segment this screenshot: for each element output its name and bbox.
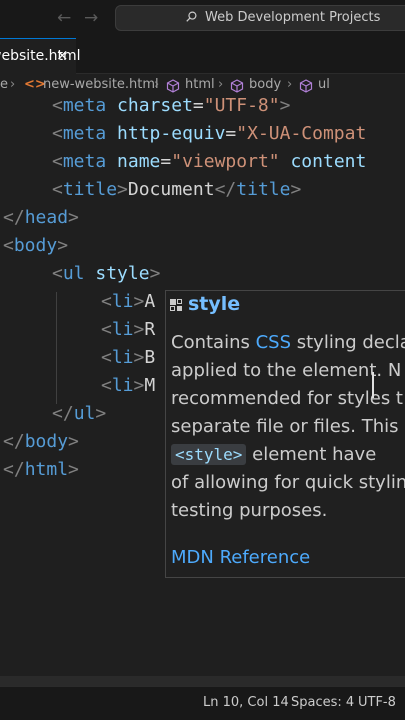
breadcrumb-item-body[interactable]: body	[249, 77, 281, 92]
code-line: <meta name="viewport" content	[52, 151, 367, 172]
title-bar: ← → Web Development Projects	[0, 0, 405, 38]
code-line-current: <ul style>	[52, 263, 161, 284]
element-icon	[299, 79, 313, 93]
search-icon	[186, 11, 197, 22]
back-arrow-icon[interactable]: ←	[57, 8, 71, 28]
mdn-reference-link[interactable]: MDN Reference	[171, 547, 310, 568]
hover-header: style	[166, 291, 405, 319]
code-line: </body>	[3, 431, 79, 452]
search-text: Web Development Projects	[205, 10, 381, 25]
forward-arrow-icon[interactable]: →	[84, 8, 98, 28]
code-line: </ul>	[52, 403, 107, 424]
property-icon	[170, 299, 182, 311]
file-encoding[interactable]: UTF-8	[358, 695, 396, 710]
code-line: <body>	[3, 235, 69, 256]
css-link[interactable]: CSS	[256, 332, 291, 353]
code-line: <meta http-equiv="X-UA-Compat	[52, 123, 367, 144]
code-line: <meta charset="UTF-8">	[52, 95, 291, 116]
indent-guide	[56, 292, 57, 404]
chevron-right-icon: ›	[154, 77, 160, 92]
code-line: <li>M	[101, 375, 156, 396]
code-line: <title>Document</title>	[52, 179, 302, 200]
chevron-right-icon: ›	[287, 77, 293, 92]
code-line: </head>	[3, 207, 79, 228]
status-bar: Ln 10, Col 14 Spaces: 4 UTF-8	[0, 686, 405, 720]
style-code-chip: <style>	[171, 444, 247, 465]
horizontal-scrollbar[interactable]	[0, 676, 405, 686]
breadcrumb-item-ul[interactable]: ul	[318, 77, 330, 92]
hover-tooltip: style Contains CSS styling decla applied…	[165, 290, 405, 578]
hover-description: Contains CSS styling decla applied to th…	[171, 332, 405, 521]
code-line: <li>B	[101, 347, 156, 368]
cursor-position[interactable]: Ln 10, Col 14	[203, 695, 289, 710]
breadcrumb-item-html[interactable]: html	[185, 77, 215, 92]
tab-website-html[interactable]: website.html ×	[0, 38, 81, 74]
indentation-setting[interactable]: Spaces: 4	[291, 695, 354, 710]
close-icon[interactable]: ×	[56, 46, 69, 64]
chevron-right-icon: ›	[10, 77, 16, 92]
tab-bar: website.html ×	[0, 38, 405, 74]
breadcrumb-item-folder[interactable]: e	[0, 77, 8, 92]
breadcrumb-item-file[interactable]: new-website.html	[43, 77, 159, 92]
code-line: </html>	[3, 459, 79, 480]
mouse-cursor-icon	[372, 372, 374, 398]
element-icon	[166, 79, 180, 93]
code-line: <li>R	[101, 319, 156, 340]
chevron-right-icon: ›	[218, 77, 224, 92]
code-line: <li>A	[101, 291, 156, 312]
command-center-search[interactable]: Web Development Projects	[115, 5, 405, 31]
hover-title: style	[188, 293, 241, 315]
element-icon	[230, 79, 244, 93]
